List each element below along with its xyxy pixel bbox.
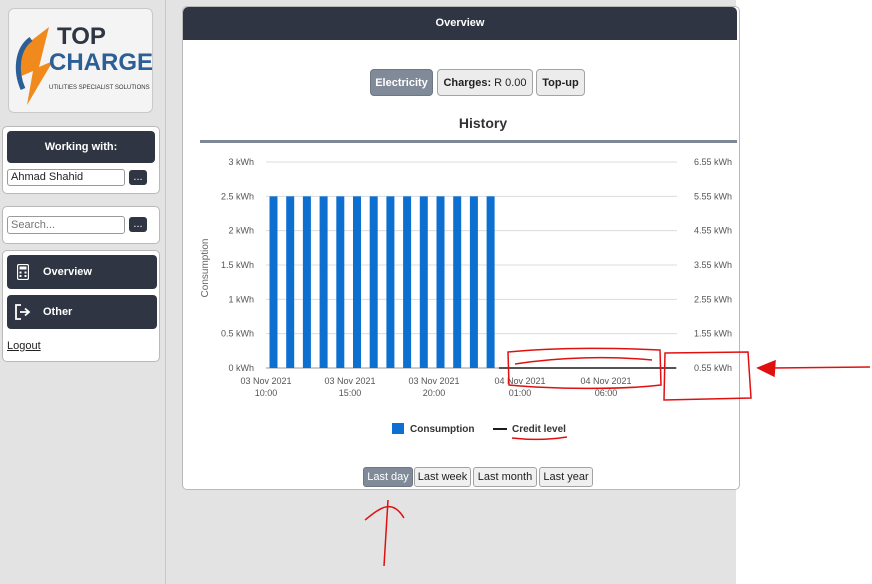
consumption-bar: [369, 196, 378, 368]
legend-credit-level[interactable]: Credit level: [512, 424, 566, 435]
x-tick: 03 Nov 2021: [324, 376, 375, 386]
x-tick-time: 15:00: [339, 388, 362, 398]
x-tick: 03 Nov 2021: [408, 376, 459, 386]
consumption-bar: [436, 196, 445, 368]
x-tick-time: 06:00: [595, 388, 618, 398]
y-tick-right: 2.55 kWh: [694, 294, 732, 304]
consumption-bar: [319, 196, 328, 368]
consumption-bar: [302, 196, 311, 368]
consumption-bar: [386, 196, 395, 368]
consumption-bar: [469, 196, 478, 368]
history-chart: 3 kWh 6.55 kWh 2.5 kWh 5.55 kWh 2 kWh 4.55 kW…: [200, 157, 871, 567]
consumption-bar: [286, 196, 295, 368]
legend-consumption[interactable]: Consumption: [410, 424, 474, 435]
consumption-bar: [269, 196, 278, 368]
consumption-bar: [419, 196, 428, 368]
y-tick-right: 3.55 kWh: [694, 260, 732, 270]
consumption-bar: [403, 196, 412, 368]
legend-swatch-consumption: [392, 423, 404, 434]
x-tick: 04 Nov 2021: [494, 376, 545, 386]
consumption-bar: [486, 196, 495, 368]
y-tick-left: 1.5 kWh: [221, 260, 254, 270]
y-tick-right: 5.55 kWh: [694, 191, 732, 201]
y-tick-right: 4.55 kWh: [694, 226, 732, 236]
y-tick-left: 0.5 kWh: [221, 329, 254, 339]
x-tick: 04 Nov 2021: [580, 376, 631, 386]
consumption-bar: [336, 196, 345, 368]
x-tick-time: 01:00: [509, 388, 532, 398]
y-tick-left: 3 kWh: [228, 157, 254, 167]
y-tick-left: 2.5 kWh: [221, 191, 254, 201]
y-tick-left: 1 kWh: [228, 294, 254, 304]
x-tick-time: 20:00: [423, 388, 446, 398]
y-tick-right: 1.55 kWh: [694, 329, 732, 339]
x-tick-time: 10:00: [255, 388, 278, 398]
consumption-bar: [353, 196, 361, 368]
y-tick-left: 0 kWh: [228, 363, 254, 373]
y-tick-left: 2 kWh: [228, 226, 254, 236]
x-tick: 03 Nov 2021: [240, 376, 291, 386]
y-tick-right: 6.55 kWh: [694, 157, 732, 167]
y-axis-title: Consumption: [200, 239, 211, 298]
y-tick-right: 0.55 kWh: [694, 363, 732, 373]
consumption-bar: [453, 196, 462, 368]
